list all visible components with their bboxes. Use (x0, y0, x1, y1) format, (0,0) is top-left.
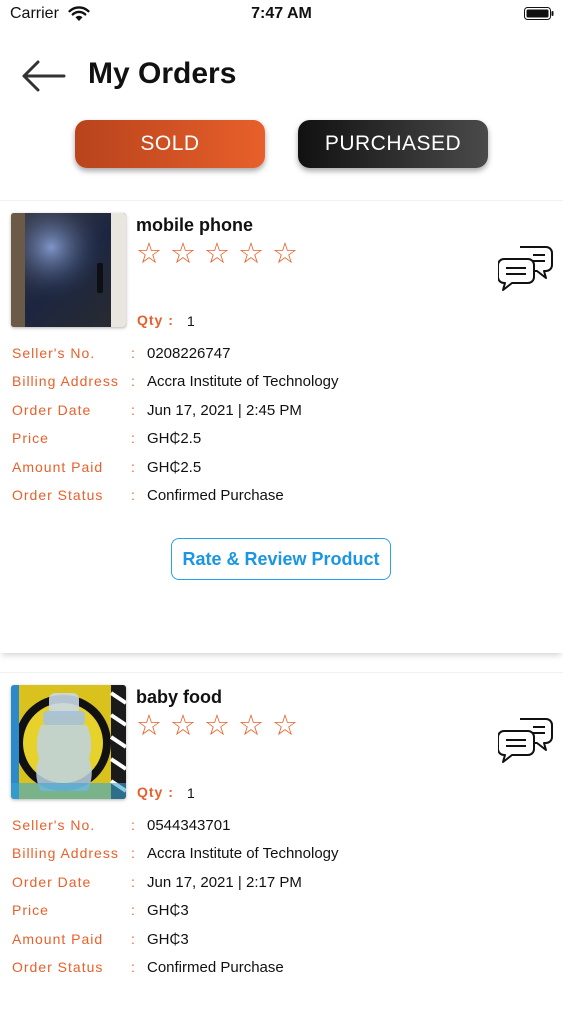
battery-icon (524, 7, 554, 20)
chat-bubbles-icon[interactable] (498, 713, 554, 763)
detail-value: Jun 17, 2021 | 2:17 PM (147, 874, 302, 891)
detail-value: GH₵3 (147, 902, 189, 919)
detail-value: Accra Institute of Technology (147, 373, 339, 390)
tab-purchased[interactable]: PURCHASED (298, 120, 488, 168)
detail-separator: : (131, 817, 135, 833)
detail-label: Billing Address (12, 373, 119, 389)
detail-value: GH₵2.5 (147, 459, 202, 476)
product-image[interactable] (11, 213, 126, 327)
product-photo-bottle (11, 685, 126, 799)
tab-sold[interactable]: SOLD (75, 120, 265, 168)
star-outline-icon[interactable]: ☆ (272, 711, 306, 741)
detail-label: Price (12, 902, 49, 918)
star-outline-icon[interactable]: ☆ (238, 711, 272, 741)
star-outline-icon[interactable]: ☆ (204, 711, 238, 741)
rating-stars[interactable]: ☆ ☆ ☆ ☆ ☆ (136, 711, 306, 741)
detail-label: Order Date (12, 402, 92, 418)
product-name: baby food (136, 687, 222, 707)
detail-separator: : (131, 373, 135, 389)
product-photo-phone (11, 213, 126, 327)
detail-row-billing: Billing Address : Accra Institute of Tec… (0, 845, 563, 869)
detail-row-seller: Seller's No. : 0544343701 (0, 817, 563, 841)
star-outline-icon[interactable]: ☆ (136, 711, 170, 741)
detail-row-price: Price : GH₵2.5 (0, 430, 563, 454)
product-image[interactable] (11, 685, 126, 799)
rate-review-button[interactable]: Rate & Review Product (171, 538, 391, 580)
detail-separator: : (131, 459, 135, 475)
detail-separator: : (131, 845, 135, 861)
detail-label: Order Date (12, 874, 92, 890)
star-outline-icon[interactable]: ☆ (170, 711, 204, 741)
detail-label: Price (12, 430, 49, 446)
product-name: mobile phone (136, 215, 253, 235)
detail-separator: : (131, 345, 135, 361)
detail-row-billing: Billing Address : Accra Institute of Tec… (0, 373, 563, 397)
star-outline-icon[interactable]: ☆ (170, 239, 204, 269)
star-outline-icon[interactable]: ☆ (136, 239, 170, 269)
order-card[interactable]: mobile phone ☆ ☆ ☆ ☆ ☆ Qty : 1 Seller's No. … (0, 200, 563, 653)
qty-label: Qty : (137, 784, 174, 800)
detail-separator: : (131, 402, 135, 418)
arrow-left-icon[interactable] (20, 60, 66, 92)
detail-row-price: Price : GH₵3 (0, 902, 563, 926)
detail-separator: : (131, 902, 135, 918)
detail-value: 0544343701 (147, 817, 231, 834)
detail-separator: : (131, 959, 135, 975)
qty-value: 1 (187, 785, 195, 801)
detail-row-amount-paid: Amount Paid : GH₵3 (0, 931, 563, 955)
detail-row-amount-paid: Amount Paid : GH₵2.5 (0, 459, 563, 483)
star-outline-icon[interactable]: ☆ (238, 239, 272, 269)
detail-row-order-date: Order Date : Jun 17, 2021 | 2:45 PM (0, 402, 563, 426)
chat-bubbles-icon[interactable] (498, 241, 554, 291)
detail-value: GH₵3 (147, 931, 189, 948)
detail-value: Jun 17, 2021 | 2:45 PM (147, 402, 302, 419)
detail-row-order-status: Order Status : Confirmed Purchase (0, 959, 563, 983)
qty-value: 1 (187, 313, 195, 329)
detail-label: Order Status (12, 487, 104, 503)
star-outline-icon[interactable]: ☆ (204, 239, 238, 269)
detail-value: Confirmed Purchase (147, 959, 284, 976)
detail-separator: : (131, 874, 135, 890)
detail-row-order-date: Order Date : Jun 17, 2021 | 2:17 PM (0, 874, 563, 898)
detail-label: Order Status (12, 959, 104, 975)
detail-value: Confirmed Purchase (147, 487, 284, 504)
detail-value: GH₵2.5 (147, 430, 202, 447)
order-card[interactable]: baby food ☆ ☆ ☆ ☆ ☆ Qty : 1 Seller's No. : 0… (0, 672, 563, 1013)
detail-label: Seller's No. (12, 817, 96, 833)
detail-row-seller: Seller's No. : 0208226747 (0, 345, 563, 369)
qty-label: Qty : (137, 312, 174, 328)
detail-label: Seller's No. (12, 345, 96, 361)
detail-label: Billing Address (12, 845, 119, 861)
detail-separator: : (131, 931, 135, 947)
clock: 7:47 AM (251, 5, 312, 22)
detail-separator: : (131, 487, 135, 503)
detail-label: Amount Paid (12, 459, 104, 475)
detail-value: 0208226747 (147, 345, 231, 362)
star-outline-icon[interactable]: ☆ (272, 239, 306, 269)
detail-separator: : (131, 430, 135, 446)
page-title: My Orders (88, 57, 237, 90)
status-bar: Carrier 7:47 AM (0, 0, 563, 30)
detail-value: Accra Institute of Technology (147, 845, 339, 862)
rating-stars[interactable]: ☆ ☆ ☆ ☆ ☆ (136, 239, 306, 269)
detail-label: Amount Paid (12, 931, 104, 947)
detail-row-order-status: Order Status : Confirmed Purchase (0, 487, 563, 511)
